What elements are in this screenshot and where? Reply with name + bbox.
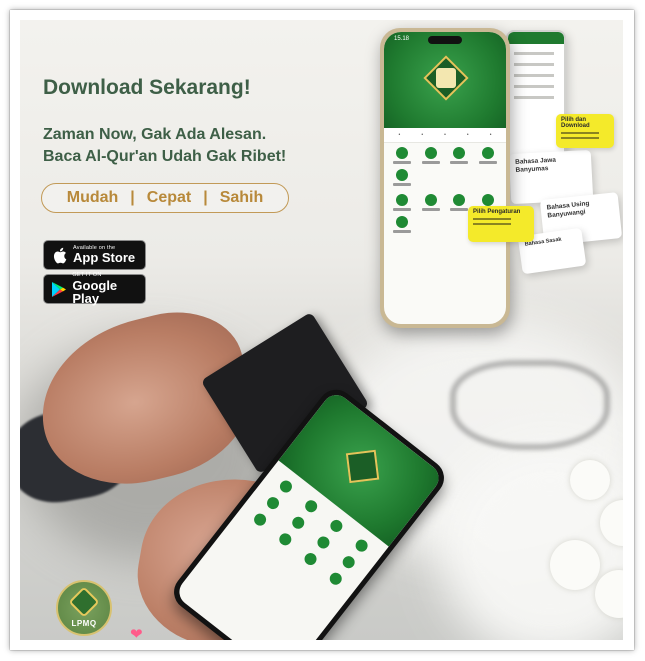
google-play-icon	[50, 280, 67, 298]
lpmq-logo: LPMQ	[56, 580, 112, 636]
prayer-time: •	[398, 132, 401, 138]
prayer-time: •	[466, 132, 469, 138]
menu-item[interactable]	[474, 147, 503, 164]
menu-item[interactable]	[388, 169, 417, 186]
quran-emblem-inner	[436, 68, 456, 88]
download-tooltip: Pilih dan Download	[556, 114, 614, 148]
main-phone: 15.18 • • • • •	[380, 28, 510, 328]
promo-poster: Download Sekarang! Zaman Now, Gak Ada Al…	[20, 20, 623, 640]
headline: Download Sekarang!	[43, 76, 251, 99]
subheadline-line-2: Baca Al-Qur'an Udah Gak Ribet!	[43, 148, 287, 165]
menu-item[interactable]	[445, 147, 474, 164]
menu-item[interactable]	[417, 147, 446, 164]
app-store-button[interactable]: Available on the App Store	[43, 240, 146, 270]
separator: |	[130, 189, 135, 206]
status-time: 15.18	[394, 36, 410, 42]
menu-item[interactable]	[388, 194, 417, 211]
list-line	[514, 63, 554, 66]
app-store-label: App Store	[73, 250, 136, 266]
google-play-button[interactable]: GET IT ON Google Play	[43, 273, 146, 306]
secondary-phone-header	[508, 32, 564, 44]
prayer-times-row: • • • • •	[384, 128, 506, 143]
flowers-image	[540, 440, 623, 640]
list-line	[514, 85, 554, 88]
apple-icon	[50, 246, 68, 264]
separator: |	[203, 189, 208, 206]
list-line	[514, 74, 554, 77]
subheadline-line-1: Zaman Now, Gak Ada Alesan.	[43, 126, 267, 143]
prayer-time: •	[421, 132, 424, 138]
logo-label: LPMQ	[71, 618, 97, 628]
settings-tooltip: Pilih Pengaturan	[468, 206, 534, 242]
download-tooltip-title: Pilih dan Download	[561, 117, 590, 129]
quran-emblem-icon	[345, 449, 380, 484]
list-line	[514, 52, 554, 55]
feature-valid: Sahih	[219, 189, 264, 206]
list-line	[514, 96, 554, 99]
phone-notch	[428, 36, 462, 44]
menu-grid	[384, 143, 506, 190]
app-header: 15.18	[384, 32, 506, 128]
prayer-time: •	[489, 132, 492, 138]
subheadline: Zaman Now, Gak Ada Alesan. Baca Al-Qur'a…	[43, 124, 286, 168]
heart-icon: ❤	[130, 626, 143, 640]
feature-fast: Cepat	[146, 189, 192, 206]
prayer-time: •	[444, 132, 446, 138]
google-play-label: Google Play	[72, 277, 118, 306]
settings-tooltip-title: Pilih Pengaturan	[473, 209, 521, 215]
menu-item[interactable]	[417, 194, 446, 211]
feature-easy: Mudah	[66, 189, 119, 206]
feature-pill: Mudah | Cepat | Sahih	[41, 183, 289, 213]
eyeglasses-image	[450, 360, 610, 450]
ministry-seal-icon	[68, 585, 100, 618]
menu-item[interactable]	[388, 216, 417, 233]
main-phone-screen: 15.18 • • • • •	[384, 32, 506, 324]
menu-item[interactable]	[388, 147, 417, 164]
